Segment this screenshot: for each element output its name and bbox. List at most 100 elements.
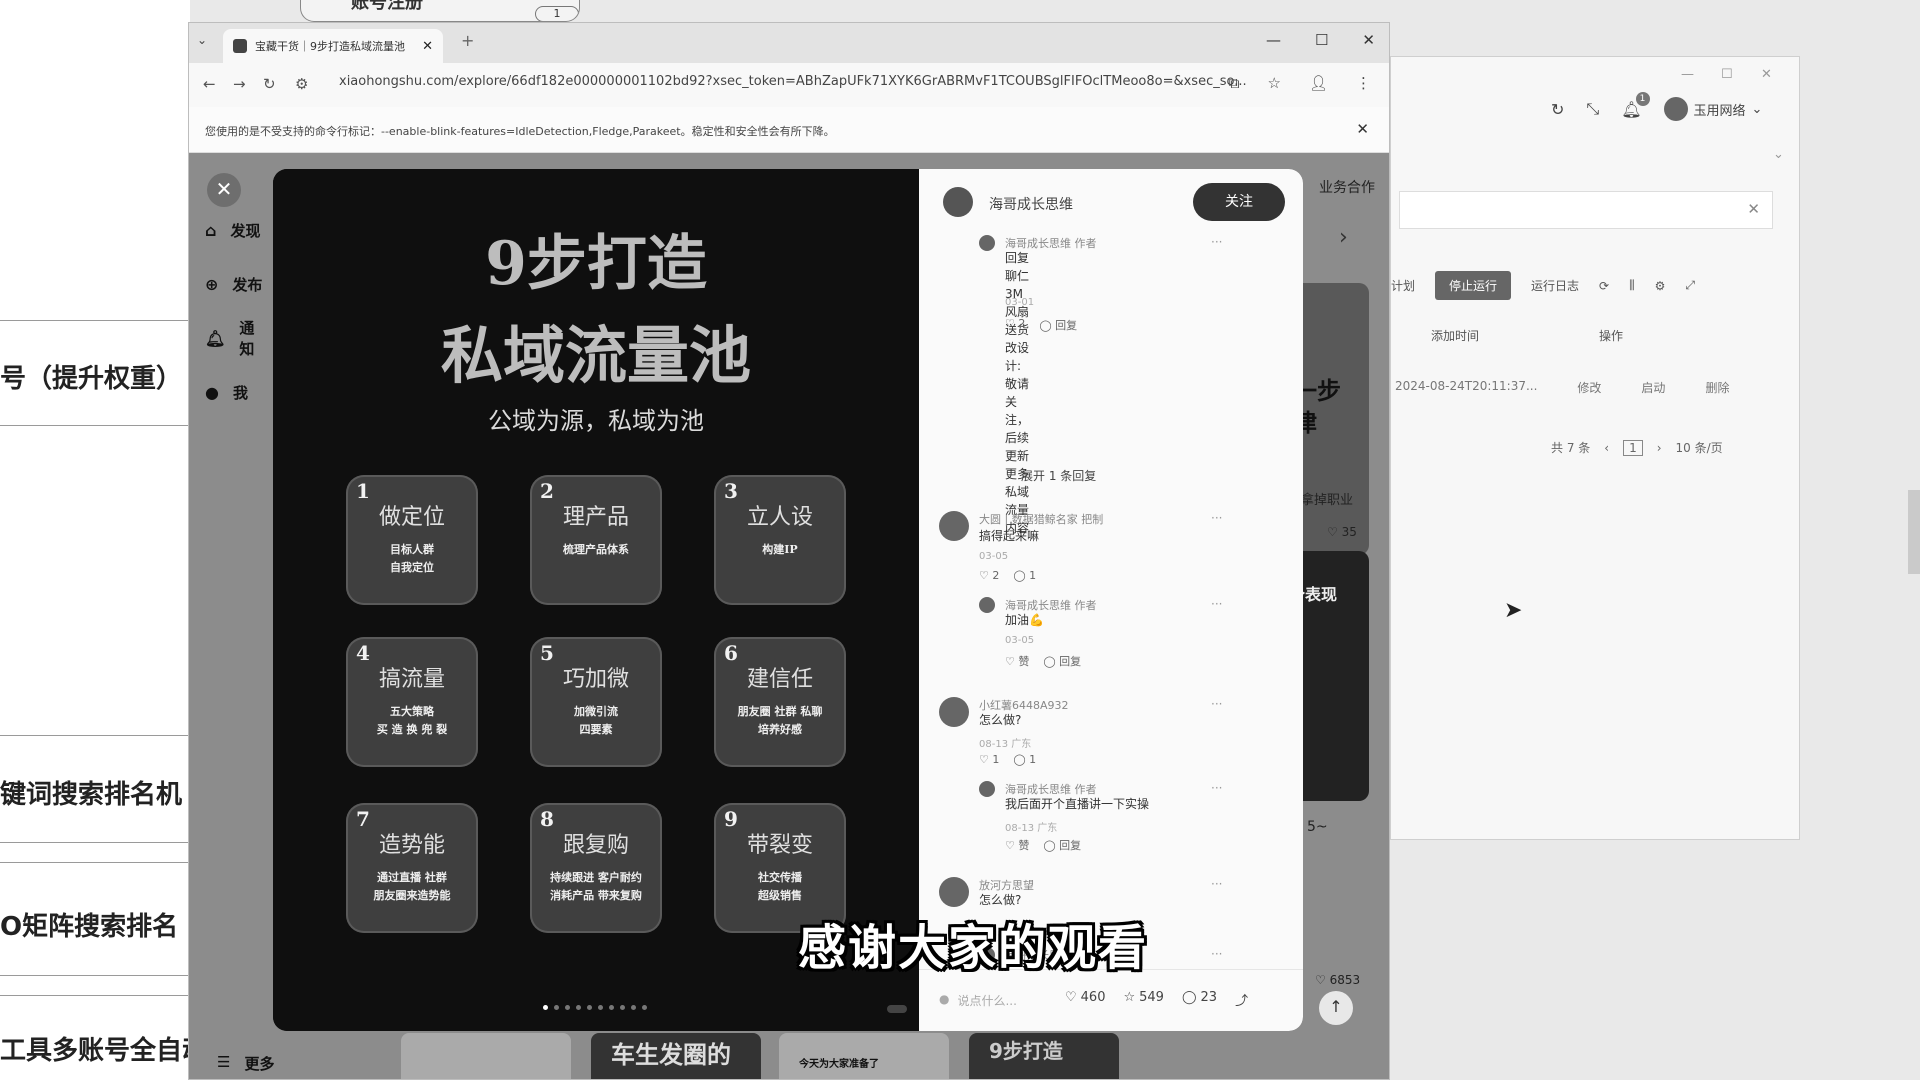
carousel-dot[interactable] — [554, 1005, 559, 1010]
like-button[interactable]: ♡ 赞 — [1005, 837, 1029, 853]
sidebar-item-publish[interactable]: ⊕ 发布 — [205, 257, 265, 311]
refresh-icon[interactable]: ↻ — [1551, 100, 1564, 119]
stop-button[interactable]: 停止运行 — [1435, 271, 1512, 300]
avatar[interactable] — [939, 511, 969, 541]
comment-list[interactable]: 海哥成长思维 作者 回复 聊仁3M风扇送货改设计: 敬请关 注，后续更新更多私域… — [919, 235, 1303, 965]
col-added-time[interactable]: 添加时间 — [1431, 327, 1479, 344]
back-icon[interactable]: ← — [203, 75, 216, 93]
edit-link[interactable]: 修改 — [1577, 379, 1601, 396]
scroll-top-icon[interactable]: ↑ — [1319, 991, 1353, 1025]
scrollbar[interactable] — [1908, 490, 1920, 574]
profile-icon[interactable]: 👤︎ — [1309, 74, 1328, 92]
bookmark-star-icon[interactable]: ☆ — [1268, 74, 1281, 92]
carousel-dot[interactable] — [543, 1005, 548, 1010]
avatar[interactable] — [939, 697, 969, 727]
reload-icon[interactable]: ⟳ — [1599, 279, 1609, 293]
feed-thumbnail[interactable]: 今天为大家准备了 — [779, 1033, 949, 1079]
minimize-icon[interactable]: — — [1681, 67, 1694, 82]
comment-input[interactable]: ● 说点什么... — [939, 992, 1017, 1009]
tab-search-icon[interactable]: ⌄ — [197, 33, 207, 47]
sidebar-item-notifications[interactable]: 🔔︎ 通知 — [205, 311, 265, 365]
author-avatar[interactable] — [943, 187, 973, 217]
expand-replies[interactable]: 展开 1 条回复 — [1021, 467, 1096, 484]
carousel-dot[interactable] — [565, 1005, 570, 1010]
carousel-dot[interactable] — [598, 1005, 603, 1010]
search-input[interactable]: ✕ — [1399, 191, 1773, 229]
fullscreen-icon[interactable]: ⤡ — [1586, 99, 1599, 119]
carousel-dot[interactable] — [620, 1005, 625, 1010]
expand-icon[interactable]: ⤢ — [1685, 278, 1695, 293]
more-icon[interactable]: ··· — [1211, 235, 1222, 249]
forward-icon[interactable]: → — [233, 75, 246, 93]
reply-button[interactable]: ◯ 回复 — [1043, 837, 1081, 853]
new-tab-icon[interactable]: + — [461, 31, 474, 50]
reply-button[interactable]: ◯ 1 — [1013, 753, 1036, 766]
author-name[interactable]: 海哥成长思维 — [989, 194, 1073, 214]
sidebar-item-discover[interactable]: ⌂ 发现 — [205, 203, 265, 257]
share-icon[interactable]: ⤴ — [1235, 990, 1248, 1009]
carousel-dot[interactable] — [587, 1005, 592, 1010]
start-link[interactable]: 启动 — [1641, 379, 1665, 396]
url-field[interactable]: xiaohongshu.com/explore/66df182e00000000… — [339, 74, 1339, 89]
user-menu[interactable]: 玉用网络 ⌄ — [1663, 97, 1762, 121]
sidebar-item-me[interactable]: ● 我 — [205, 365, 265, 419]
more-icon[interactable]: ··· — [1211, 511, 1222, 525]
like-button[interactable]: ♡ 2 — [1005, 317, 1025, 333]
more-icon[interactable]: ··· — [1211, 877, 1222, 891]
minimize-icon[interactable]: — — [1266, 31, 1281, 49]
carousel-dot[interactable] — [609, 1005, 614, 1010]
maximize-icon[interactable]: ☐ — [1721, 67, 1733, 82]
close-icon[interactable]: ✕ — [1761, 67, 1772, 82]
clear-icon[interactable]: ✕ — [1747, 200, 1760, 218]
carousel-dot[interactable] — [576, 1005, 581, 1010]
comment-author[interactable]: 大圆 | 数据猎鲸名家 把制 — [979, 511, 1103, 527]
prev-icon[interactable]: ‹ — [1604, 441, 1609, 455]
reload-icon[interactable]: ↻ — [263, 75, 276, 93]
pager-current[interactable]: 1 — [1623, 439, 1643, 456]
carousel-dot[interactable] — [642, 1005, 647, 1010]
site-info-icon[interactable]: ⚙ — [295, 75, 308, 93]
more-icon[interactable]: ··· — [1211, 947, 1222, 961]
col-operations[interactable]: 操作 — [1599, 327, 1623, 344]
settings-icon[interactable]: ⚙ — [1655, 279, 1666, 293]
sidebar-more[interactable]: ☰ 更多 — [217, 1053, 274, 1074]
like-button[interactable]: ♡ 2 — [979, 569, 999, 582]
like-button[interactable]: ♡ 460 — [1065, 990, 1105, 1009]
like-button[interactable]: ♡ 赞 — [1005, 653, 1029, 669]
like-button[interactable]: ♡ 1 — [979, 753, 999, 766]
avatar[interactable] — [939, 877, 969, 907]
close-infobar-icon[interactable]: ✕ — [1356, 120, 1369, 138]
more-icon[interactable]: ··· — [1211, 781, 1222, 795]
feed-thumbnail[interactable] — [401, 1033, 571, 1079]
chevron-down-icon[interactable]: ⌄ — [1773, 147, 1784, 162]
follow-button[interactable]: 关注 — [1193, 183, 1285, 221]
browser-tab[interactable]: 宝藏干货｜9步打造私域流量池 ✕ — [223, 29, 443, 63]
close-icon[interactable]: ✕ — [207, 173, 241, 207]
plan-tab[interactable]: 计划 — [1391, 277, 1415, 294]
comment-button[interactable]: ◯ 23 — [1182, 990, 1217, 1009]
image-toggle[interactable] — [887, 1005, 907, 1013]
reply-button[interactable]: ◯ 1 — [1013, 569, 1036, 582]
install-app-icon[interactable]: ⧉ — [1229, 74, 1240, 92]
carousel-dot[interactable] — [631, 1005, 636, 1010]
menu-dots-icon[interactable]: ⋮ — [1356, 74, 1371, 92]
reply-button[interactable]: ◯ 回复 — [1039, 317, 1077, 333]
page-size-select[interactable]: 10 条/页 — [1676, 439, 1723, 456]
close-tab-icon[interactable]: ✕ — [422, 39, 433, 54]
delete-link[interactable]: 删除 — [1705, 379, 1729, 396]
feed-thumbnail[interactable]: 9步打造 — [969, 1033, 1119, 1079]
reply-button[interactable]: ◯ 回复 — [1043, 653, 1081, 669]
maximize-icon[interactable]: ☐ — [1315, 31, 1328, 49]
next-icon[interactable]: › — [1657, 441, 1662, 455]
note-image[interactable]: 9步打造 私域流量池 公域为源，私域为池 1 做定位 目标人群 自我定位 2 理产品梳… — [273, 169, 919, 1031]
bell-icon[interactable]: 🔔︎ 1 — [1621, 91, 1650, 119]
chevron-right-icon[interactable]: › — [1339, 225, 1348, 250]
feed-thumbnail[interactable]: 车生发圈的 — [591, 1033, 761, 1079]
more-icon[interactable]: ··· — [1211, 697, 1222, 711]
business-link[interactable]: 业务合作 — [1319, 177, 1375, 197]
column-icon[interactable]: ⫼ — [1629, 278, 1635, 293]
log-button[interactable]: 运行日志 — [1531, 277, 1579, 294]
collect-button[interactable]: ☆ 549 — [1123, 990, 1163, 1009]
close-window-icon[interactable]: ✕ — [1362, 31, 1375, 49]
carousel-dots[interactable] — [543, 1005, 647, 1010]
